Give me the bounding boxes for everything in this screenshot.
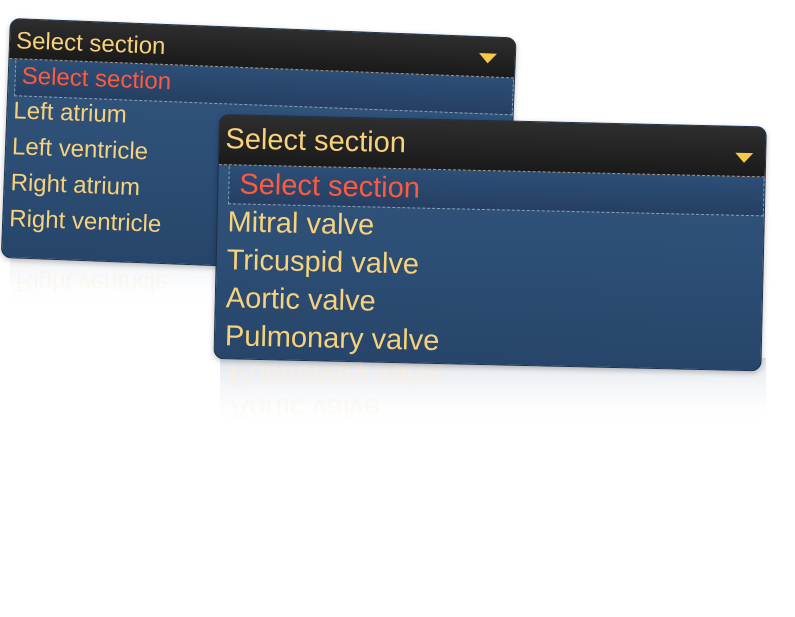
dropdown-option-left-ventricle[interactable]: Left ventricle — [12, 133, 149, 166]
dropdown-option-right-atrium[interactable]: Right atrium — [10, 169, 140, 202]
chevron-down-icon[interactable] — [478, 53, 497, 64]
front-section-dropdown[interactable]: Select section Select section Mitral val… — [213, 114, 767, 372]
dropdown-option-left-atrium[interactable]: Left atrium — [13, 97, 127, 129]
chevron-down-icon[interactable] — [735, 152, 754, 164]
dropdown-option-aortic-valve[interactable]: Aortic valve — [225, 282, 376, 318]
dropdown-option-tricuspid-valve[interactable]: Tricuspid valve — [226, 244, 419, 281]
dropdown-header-label: Select section — [225, 123, 407, 160]
reflection-text: Aortic valve — [230, 392, 380, 424]
dropdown-option-pulmonary-valve[interactable]: Pulmonary valve — [225, 320, 440, 358]
dropdown-header-label: Select section — [15, 27, 166, 60]
dropdown-option-right-ventricle[interactable]: Right ventricle — [9, 205, 162, 239]
dropdown-option-mitral-valve[interactable]: Mitral valve — [227, 206, 374, 242]
